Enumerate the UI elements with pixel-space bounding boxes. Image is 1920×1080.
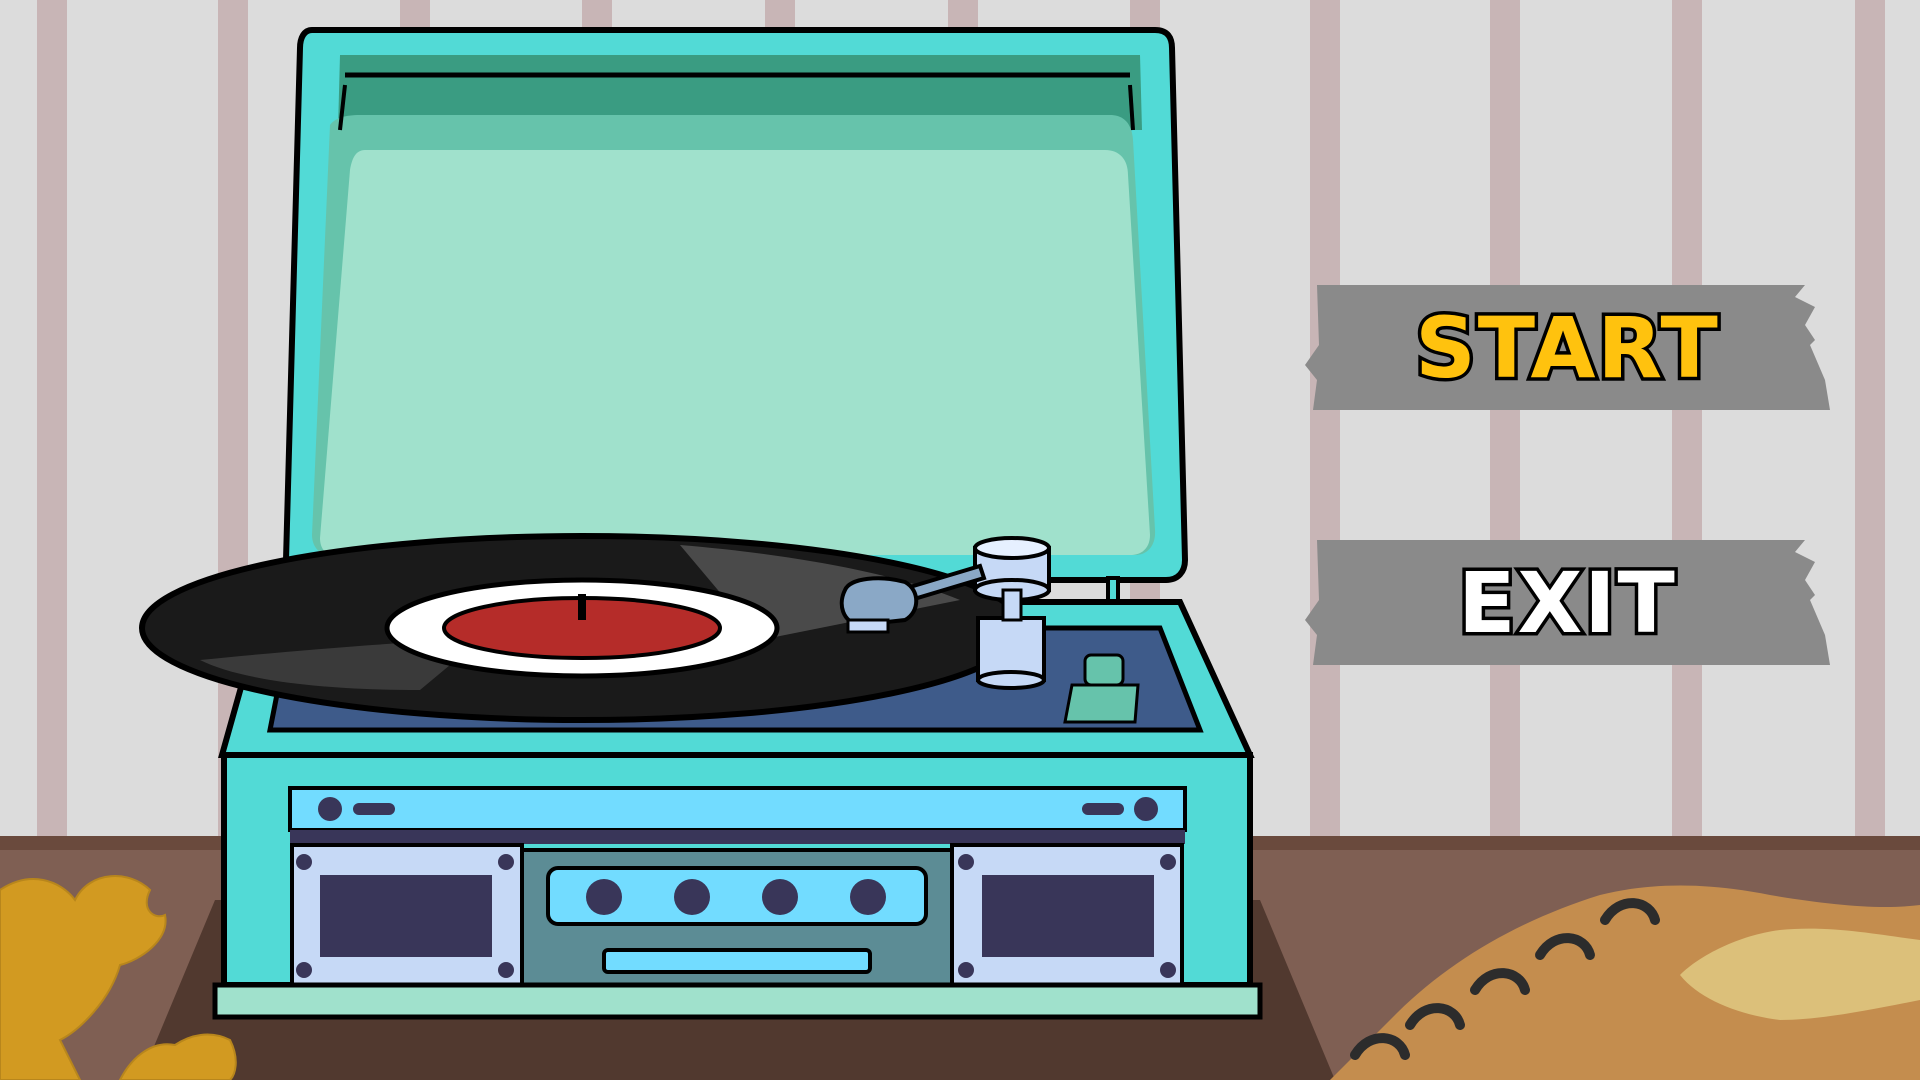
left-speaker-grille [320, 875, 492, 957]
exit-button-label: EXIT [1455, 550, 1679, 655]
exit-button[interactable]: EXIT [1305, 540, 1830, 665]
game-title-screen: START EXIT [0, 0, 1920, 1080]
knob-2 [674, 879, 710, 915]
right-speaker-grille [982, 875, 1154, 957]
start-button-label: START [1412, 295, 1722, 400]
lid-inner-panel [320, 150, 1150, 555]
record-player-icon [212, 27, 1263, 1020]
knob-1 [586, 879, 622, 915]
knob-3 [762, 879, 798, 915]
start-button[interactable]: START [1305, 285, 1830, 410]
knob-4 [850, 879, 886, 915]
vinyl-record-icon [139, 533, 1025, 723]
cassette-slot [602, 948, 872, 974]
